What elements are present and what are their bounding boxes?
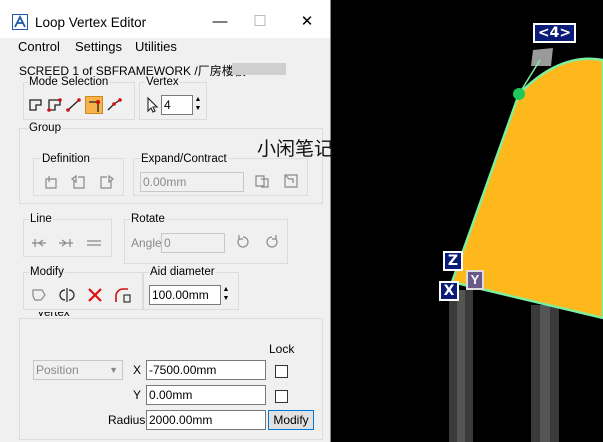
window-title: Loop Vertex Editor (35, 15, 147, 30)
app-icon (12, 14, 28, 30)
mode-segment-icon[interactable] (65, 96, 83, 114)
radius-input[interactable]: 2000.00mm (146, 410, 266, 430)
line-label: Line (29, 213, 53, 225)
vertex-number-input[interactable]: 4 (161, 95, 193, 115)
overlay-watermark-text: 小闲笔记 (257, 138, 334, 160)
lock-y-checkbox[interactable] (275, 390, 288, 403)
vertex-spinner[interactable]: ▲ ▼ (193, 95, 203, 115)
column-left-highlight (457, 290, 465, 442)
expand-icon[interactable] (253, 172, 271, 190)
rotate-cw-icon[interactable] (263, 233, 281, 251)
column-right-highlight (540, 305, 550, 442)
pointer-icon (143, 96, 161, 114)
position-select[interactable]: Position ▼ (33, 360, 123, 380)
aid-diameter-label: Aid diameter (149, 266, 216, 278)
vertex-handle[interactable] (513, 88, 525, 100)
vertex-marker (531, 48, 553, 66)
axis-y-label: Y (466, 270, 484, 290)
position-select-value: Position (36, 363, 79, 377)
close-button[interactable]: ✕ (293, 10, 321, 34)
maximize-button[interactable]: ☐ (246, 10, 274, 34)
radius-label: Radius (108, 413, 146, 427)
menu-control[interactable]: Control (18, 39, 60, 54)
line-split-icon[interactable] (30, 233, 48, 251)
title-bar[interactable]: Loop Vertex Editor — ☐ ✕ (0, 0, 330, 38)
line-join-icon[interactable] (57, 233, 75, 251)
expand-contract-input[interactable]: 0.00mm (140, 172, 244, 192)
mode-selection-label: Mode Selection (28, 76, 110, 88)
group-label: Group (28, 122, 62, 134)
modify-label: Modify (29, 266, 65, 278)
aid-diameter-input[interactable]: 100.00mm (149, 285, 221, 305)
aid-diameter-spinner[interactable]: ▲ ▼ (221, 285, 231, 305)
angle-input[interactable]: 0 (161, 233, 225, 253)
modify-button[interactable]: Modify (268, 410, 314, 430)
expand-contract-label: Expand/Contract (140, 153, 228, 165)
delete-icon[interactable] (86, 286, 104, 304)
mode-arc-icon[interactable] (105, 96, 123, 114)
vertex-settings-label: Vertex (36, 312, 71, 318)
lock-label: Lock (269, 342, 295, 356)
rotate-ccw-icon[interactable] (234, 233, 252, 251)
menu-utilities[interactable]: Utilities (135, 39, 177, 54)
modify-fillet-icon[interactable] (114, 286, 132, 304)
x-coordinate-input[interactable]: -7500.00mm (146, 360, 266, 380)
mode-vertex-icon[interactable] (85, 96, 103, 114)
y-coordinate-input[interactable]: 0.00mm (146, 385, 266, 405)
mode-polygon-icon[interactable] (46, 96, 64, 114)
menu-bar: Control Settings Utilities (0, 38, 330, 57)
loop-vertex-editor-dialog: Loop Vertex Editor — ☐ ✕ Control Setting… (0, 0, 331, 442)
vertex-label: Vertex (145, 76, 180, 88)
mode-loop-icon[interactable] (27, 96, 45, 114)
modify-shape-icon[interactable] (30, 286, 48, 304)
menu-settings[interactable]: Settings (75, 39, 122, 54)
axis-x-label: X (439, 281, 459, 301)
lock-x-checkbox[interactable] (275, 365, 288, 378)
modify-mirror-icon[interactable] (58, 286, 76, 304)
vertex-number-tag: <4> (533, 23, 576, 43)
contract-icon[interactable] (282, 172, 300, 190)
line-parallel-icon[interactable] (85, 233, 103, 251)
definition-left-icon[interactable] (70, 173, 88, 191)
redacted-text (232, 63, 286, 75)
definition-label: Definition (41, 153, 91, 165)
rotate-label: Rotate (130, 213, 166, 225)
definition-right-icon[interactable] (97, 173, 115, 191)
chevron-down-icon: ▼ (109, 365, 118, 375)
definition-add-icon[interactable] (42, 173, 60, 191)
axis-z-label: Z (443, 251, 463, 271)
y-label: Y (133, 388, 142, 402)
angle-label: Angle (131, 236, 162, 250)
minimize-button[interactable]: — (206, 10, 234, 34)
x-label: X (133, 363, 142, 377)
